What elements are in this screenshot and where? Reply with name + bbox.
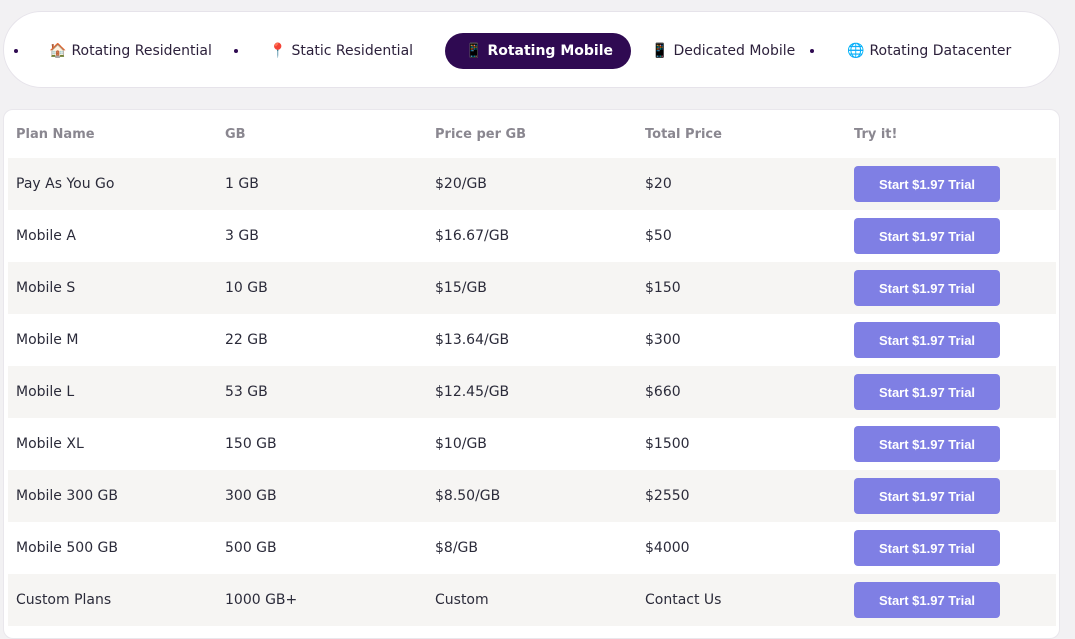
separator-dot: [616, 49, 620, 53]
plan-name: Mobile XL: [16, 436, 84, 452]
plan-price-per-gb: $8.50/GB: [435, 488, 501, 504]
plan-total-price: $660: [645, 384, 681, 400]
tab-label: Dedicated Mobile: [673, 43, 796, 59]
tab-label: Static Residential: [291, 43, 414, 59]
plan-total-price: $300: [645, 332, 681, 348]
separator-dot: [234, 49, 238, 53]
tab-dedicated-mobile[interactable]: 📱 Dedicated Mobile: [651, 33, 795, 69]
plan-name: Mobile S: [16, 280, 76, 296]
table-row: Mobile M 22 GB $13.64/GB $300 Start $1.9…: [8, 314, 1056, 366]
house-icon: 🏠: [49, 43, 67, 59]
table-row: Mobile XL 150 GB $10/GB $1500 Start $1.9…: [8, 418, 1056, 470]
start-trial-button[interactable]: Start $1.97 Trial: [854, 322, 1000, 358]
mobile-icon: 📱: [651, 43, 669, 59]
tab-label: Rotating Mobile: [487, 43, 613, 59]
plan-gb: 3 GB: [225, 228, 259, 244]
globe-icon: 🌐: [847, 43, 865, 59]
table-row: Pay As You Go 1 GB $20/GB $20 Start $1.9…: [8, 158, 1056, 210]
plan-name: Mobile 500 GB: [16, 540, 118, 556]
pin-icon: 📍: [269, 43, 287, 59]
table-row: Mobile L 53 GB $12.45/GB $660 Start $1.9…: [8, 366, 1056, 418]
plan-name: Custom Plans: [16, 592, 112, 608]
plan-total-price: $1500: [645, 436, 690, 452]
start-trial-button[interactable]: Start $1.97 Trial: [854, 270, 1000, 306]
plan-price-per-gb: $10/GB: [435, 436, 487, 452]
start-trial-button[interactable]: Start $1.97 Trial: [854, 530, 1000, 566]
tab-rotating-mobile[interactable]: 📱 Rotating Mobile: [445, 33, 631, 69]
table-header: Plan Name GB Price per GB Total Price Tr…: [8, 110, 1056, 158]
plan-total-price: $50: [645, 228, 672, 244]
plan-name: Mobile 300 GB: [16, 488, 118, 504]
header-gb: GB: [225, 126, 246, 142]
start-trial-button[interactable]: Start $1.97 Trial: [854, 166, 1000, 202]
start-trial-button[interactable]: Start $1.97 Trial: [854, 582, 1000, 618]
plan-gb: 10 GB: [225, 280, 268, 296]
tab-rotating-residential[interactable]: 🏠 Rotating Residential: [49, 33, 212, 69]
header-try-it: Try it!: [854, 126, 898, 142]
plan-total-price: $150: [645, 280, 681, 296]
proxy-type-tabs: 🏠 Rotating Residential 📍 Static Resident…: [3, 11, 1060, 88]
plan-price-per-gb: $16.67/GB: [435, 228, 510, 244]
plan-gb: 300 GB: [225, 488, 277, 504]
plan-price-per-gb: $12.45/GB: [435, 384, 510, 400]
pricing-table: Plan Name GB Price per GB Total Price Tr…: [3, 109, 1060, 639]
table-row: Mobile 500 GB 500 GB $8/GB $4000 Start $…: [8, 522, 1056, 574]
plan-name: Mobile L: [16, 384, 75, 400]
header-price-per-gb: Price per GB: [435, 126, 527, 142]
table-row: Mobile S 10 GB $15/GB $150 Start $1.97 T…: [8, 262, 1056, 314]
tab-rotating-datacenter[interactable]: 🌐 Rotating Datacenter: [847, 33, 1011, 69]
plan-gb: 1 GB: [225, 176, 259, 192]
plan-gb: 1000 GB+: [225, 592, 298, 608]
table-row: Custom Plans 1000 GB+ Custom Contact Us …: [8, 574, 1056, 626]
plan-price-per-gb: $15/GB: [435, 280, 487, 296]
start-trial-button[interactable]: Start $1.97 Trial: [854, 374, 1000, 410]
tab-label: Rotating Residential: [71, 43, 212, 59]
start-trial-button[interactable]: Start $1.97 Trial: [854, 218, 1000, 254]
start-trial-button[interactable]: Start $1.97 Trial: [854, 426, 1000, 462]
start-trial-button[interactable]: Start $1.97 Trial: [854, 478, 1000, 514]
plan-gb: 150 GB: [225, 436, 277, 452]
header-plan-name: Plan Name: [16, 126, 95, 142]
plan-price-per-gb: $8/GB: [435, 540, 478, 556]
plan-price-per-gb: $13.64/GB: [435, 332, 510, 348]
separator-dot: [810, 49, 814, 53]
table-row: Mobile 300 GB 300 GB $8.50/GB $2550 Star…: [8, 470, 1056, 522]
plan-gb: 22 GB: [225, 332, 268, 348]
plan-total-price: Contact Us: [645, 592, 722, 608]
plan-name: Pay As You Go: [16, 176, 115, 192]
plan-total-price: $20: [645, 176, 672, 192]
plan-name: Mobile A: [16, 228, 76, 244]
table-row: Mobile A 3 GB $16.67/GB $50 Start $1.97 …: [8, 210, 1056, 262]
separator-dot: [14, 49, 18, 53]
plan-gb: 53 GB: [225, 384, 268, 400]
plan-name: Mobile M: [16, 332, 79, 348]
tab-label: Rotating Datacenter: [869, 43, 1012, 59]
plan-total-price: $2550: [645, 488, 690, 504]
plan-total-price: $4000: [645, 540, 690, 556]
header-total-price: Total Price: [645, 126, 722, 142]
plan-gb: 500 GB: [225, 540, 277, 556]
mobile-icon: 📱: [465, 43, 483, 59]
tab-static-residential[interactable]: 📍 Static Residential: [269, 33, 413, 69]
plan-price-per-gb: $20/GB: [435, 176, 487, 192]
plan-price-per-gb: Custom: [435, 592, 489, 608]
